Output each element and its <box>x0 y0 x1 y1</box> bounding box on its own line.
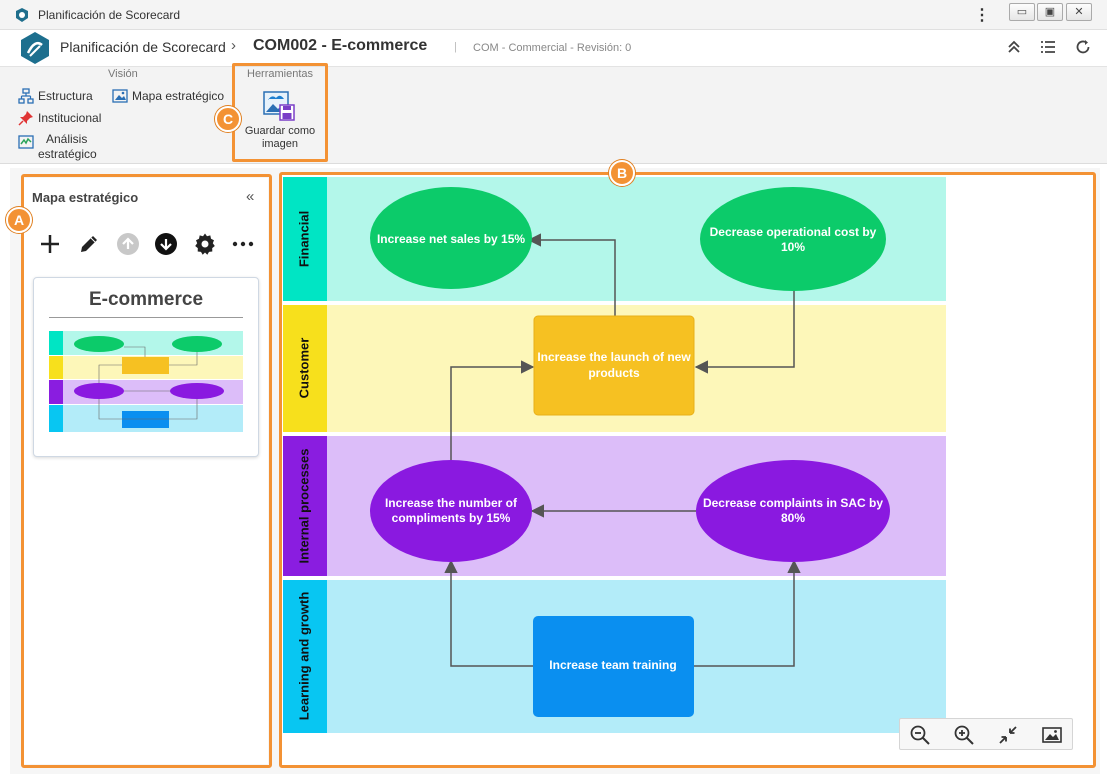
ribbon-group-vision-title: Visión <box>108 68 138 80</box>
app-icon <box>16 8 28 22</box>
window-title: Planificación de Scorecard <box>38 8 181 22</box>
breadcrumb-separator: › <box>231 37 236 54</box>
minimize-button[interactable]: ▭ <box>1009 3 1035 21</box>
breadcrumb-root[interactable]: Planificación de Scorecard <box>60 39 226 55</box>
pin-icon <box>18 111 33 126</box>
structure-icon <box>18 88 34 104</box>
analysis-chart-icon <box>18 135 34 149</box>
app-logo <box>21 32 49 64</box>
kebab-menu-icon[interactable]: ⋮ <box>974 5 990 25</box>
page-subtitle: COM - Commercial - Revisión: 0 <box>473 42 632 54</box>
close-button[interactable]: ✕ <box>1066 3 1092 21</box>
refresh-icon[interactable] <box>1074 38 1092 56</box>
callout-marker-a: A <box>6 207 32 233</box>
callout-marker-c: C <box>215 106 241 132</box>
ribbon-estructura-button[interactable]: Estructura <box>38 89 93 103</box>
page-title: COM002 - E-commerce <box>253 37 428 54</box>
ribbon-analisis-label-1[interactable]: Análisis <box>46 132 87 146</box>
maximize-button[interactable]: ▣ <box>1037 3 1063 21</box>
ribbon-institucional-button[interactable]: Institucional <box>38 111 101 125</box>
zoom-in-icon[interactable] <box>953 724 975 746</box>
image-map-icon <box>112 89 128 103</box>
highlight-box-tools <box>232 63 328 162</box>
collapse-up-icon[interactable] <box>1005 38 1023 56</box>
ribbon-mapa-button[interactable]: Mapa estratégico <box>132 89 224 103</box>
zoom-out-icon[interactable] <box>909 724 931 746</box>
export-image-icon[interactable] <box>1041 724 1063 746</box>
ribbon-analisis-label-2[interactable]: estratégico <box>38 147 97 161</box>
ribbon-toolbar <box>0 66 1107 164</box>
highlight-box-panel <box>21 174 272 768</box>
callout-marker-b: B <box>609 160 635 186</box>
highlight-box-map <box>279 172 1096 768</box>
breadcrumb-divider: | <box>454 41 457 53</box>
fit-to-screen-icon[interactable] <box>997 724 1019 746</box>
list-icon[interactable] <box>1039 38 1057 56</box>
